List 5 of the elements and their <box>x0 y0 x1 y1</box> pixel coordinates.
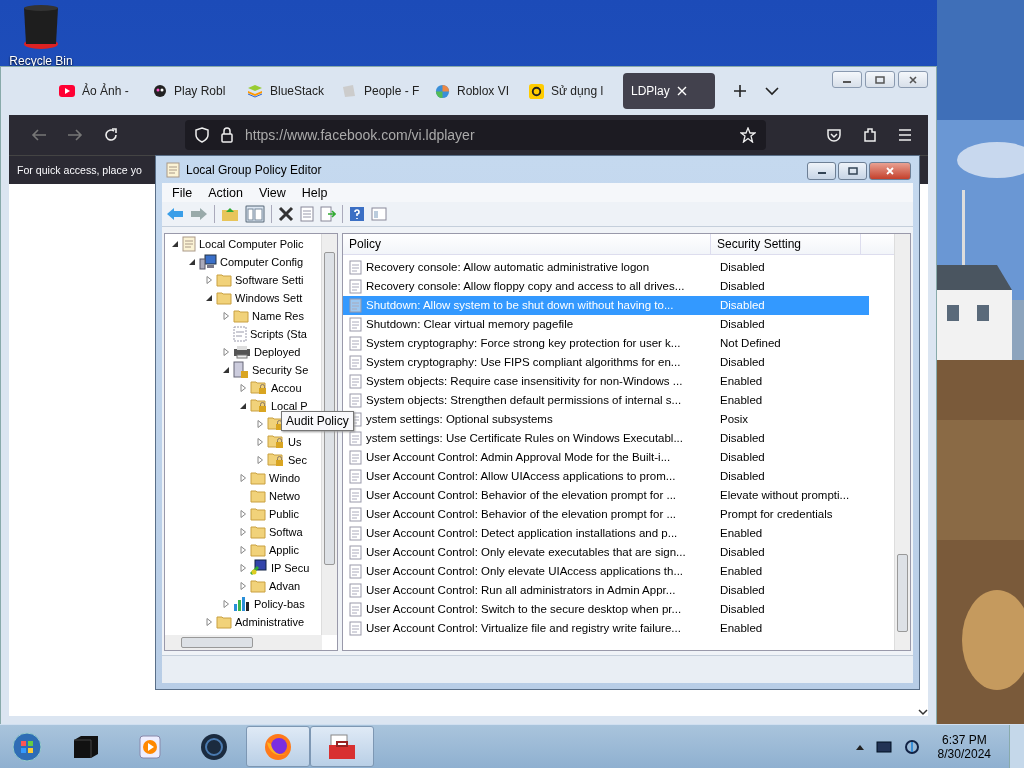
url-text: https://www.facebook.com/vi.ldplayer <box>245 127 475 143</box>
notification-text: For quick access, place yo <box>17 164 142 176</box>
icon-label: Recycle Bin <box>9 54 73 68</box>
window-title: Local Group Policy Editor <box>186 162 322 177</box>
tooltip: Audit Policy <box>281 410 354 431</box>
